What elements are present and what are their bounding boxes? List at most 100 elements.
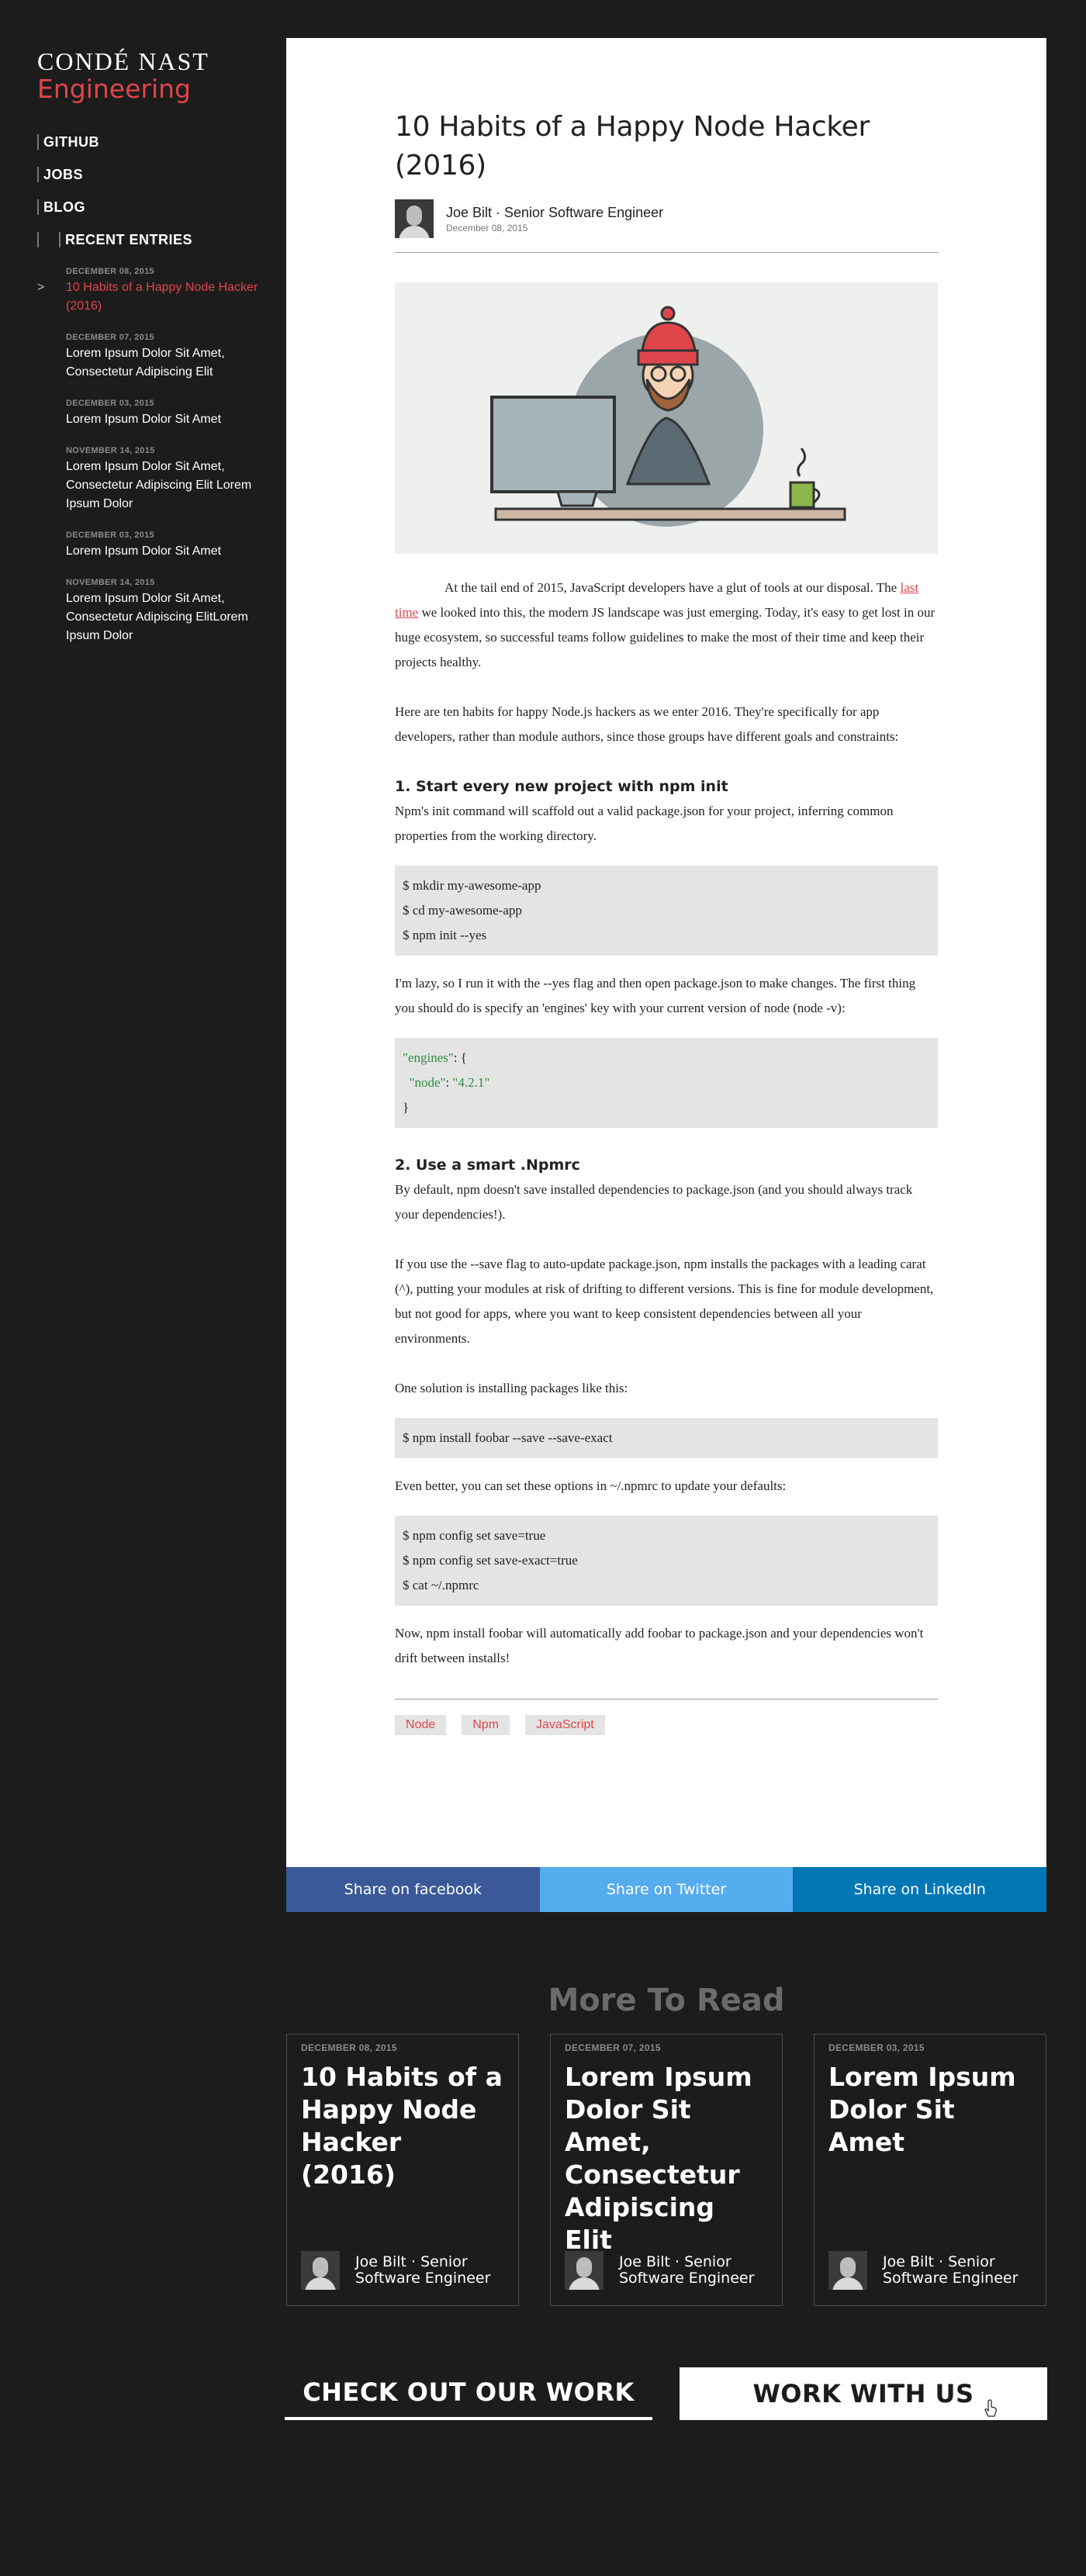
entry-date: DECEMBER 03, 2015: [66, 531, 154, 540]
sidebar: CONDÉ NAST Engineering GITHUB JOBS BLOG …: [37, 48, 270, 662]
code-line: }: [403, 1100, 410, 1115]
avatar-face: [406, 206, 422, 226]
code-block: $ npm install foobar --save --save-exact: [395, 1418, 938, 1458]
code-line: "node": "4.2.1": [403, 1070, 930, 1095]
more-to-read-heading: More To Read: [548, 1983, 785, 2018]
article-card-link[interactable]: DECEMBER 07, 2015 Lorem Ipsum Dolor Sit …: [550, 2034, 783, 2306]
nav-divider: [37, 199, 39, 215]
nav-item-label: BLOG: [43, 199, 85, 215]
nav-item-label: JOBS: [43, 166, 84, 182]
code-key: "node": [409, 1075, 446, 1090]
hero-illustration: [395, 282, 938, 554]
share-facebook-button[interactable]: Share on facebook: [286, 1867, 540, 1912]
paragraph-text: At the tail end of 2015, JavaScript deve…: [444, 580, 901, 595]
nav-item-blog[interactable]: BLOG: [37, 191, 270, 223]
author-byline: Joe Bilt · Senior Software Engineer Dece…: [395, 199, 938, 238]
paragraph: By default, npm doesn't save installed d…: [395, 1182, 913, 1222]
article-card-link[interactable]: DECEMBER 03, 2015 Lorem Ipsum Dolor Sit …: [814, 2034, 1046, 2306]
nav-divider: [37, 232, 39, 247]
developer-illustration-icon: [490, 306, 846, 527]
share-linkedin-button[interactable]: Share on LinkedIn: [793, 1867, 1047, 1912]
share-twitter-button[interactable]: Share on Twitter: [539, 1867, 794, 1912]
share-bar: Share on facebook Share on Twitter Share…: [286, 1867, 1047, 1912]
tag-javascript[interactable]: JavaScript: [525, 1715, 605, 1735]
nav-item-recent-entries[interactable]: RECENT ENTRIES: [37, 223, 270, 256]
code-line: $ mkdir my-awesome-app: [403, 878, 541, 893]
card-title[interactable]: Lorem Ipsum Dolor Sit Amet: [828, 2061, 1032, 2159]
paragraph: Here are ten habits for happy Node.js ha…: [395, 704, 899, 744]
entry-date: DECEMBER 08, 2015: [66, 267, 154, 276]
article-card-link[interactable]: DECEMBER 08, 2015 10 Habits of a Happy N…: [286, 2034, 519, 2306]
entry-title[interactable]: Lorem Ipsum Dolor Sit Amet, Consectetur …: [66, 344, 270, 382]
card-author: Joe Bilt · Senior Software Engineer: [828, 2251, 1038, 2290]
paragraph: I'm lazy, so I run it with the --yes fla…: [395, 976, 916, 1015]
article-card: 10 Habits of a Happy Node Hacker (2016) …: [286, 38, 1046, 1867]
card-date: DECEMBER 03, 2015: [828, 2042, 925, 2053]
code-line: $ npm config set save-exact=true: [403, 1553, 578, 1568]
code-line: $ npm install foobar --save --save-exact: [403, 1430, 613, 1445]
card-title[interactable]: Lorem Ipsum Dolor Sit Amet, Consectetur …: [565, 2061, 768, 2256]
author-info: Joe Bilt · Senior Software Engineer Dece…: [446, 205, 663, 233]
entry-date: NOVEMBER 14, 2015: [66, 578, 155, 587]
article-content: 10 Habits of a Happy Node Hacker (2016) …: [395, 108, 938, 1735]
brand-logo-bottom[interactable]: Engineering: [37, 74, 270, 104]
author-name: Joe Bilt · Senior Software Engineer: [446, 204, 664, 220]
recent-entry[interactable]: DECEMBER 07, 2015 Lorem Ipsum Dolor Sit …: [37, 333, 270, 382]
avatar: [395, 199, 434, 238]
entry-title[interactable]: Lorem Ipsum Dolor Sit Amet: [66, 410, 270, 429]
paragraph: Even better, you can set these options i…: [395, 1478, 787, 1493]
section-heading: 2. Use a smart .Npmrc: [395, 1157, 580, 1174]
code-key: "engines": [403, 1050, 454, 1065]
nav-divider: [37, 167, 39, 182]
entry-date: DECEMBER 03, 2015: [66, 399, 154, 408]
card-author: Joe Bilt · Senior Software Engineer: [565, 2251, 774, 2290]
recent-entry[interactable]: DECEMBER 03, 2015 Lorem Ipsum Dolor Sit …: [37, 399, 270, 429]
entry-date: DECEMBER 07, 2015: [66, 333, 154, 342]
entry-title[interactable]: 10 Habits of a Happy Node Hacker (2016): [66, 278, 270, 316]
card-author: Joe Bilt · Senior Software Engineer: [301, 2251, 510, 2290]
recent-entries-list: > DECEMBER 08, 2015 10 Habits of a Happy…: [37, 267, 270, 645]
article-date: December 08, 2015: [446, 222, 528, 233]
card-author-name: Joe Bilt · Senior Software Engineer: [619, 2253, 755, 2287]
article-body: At the tail end of 2015, JavaScript deve…: [395, 576, 938, 1671]
paragraph: One solution is installing packages like…: [395, 1381, 628, 1395]
recent-entry[interactable]: NOVEMBER 14, 2015 Lorem Ipsum Dolor Sit …: [37, 578, 270, 645]
code-line: $ cat ~/.npmrc: [403, 1578, 479, 1592]
card-date: DECEMBER 07, 2015: [565, 2042, 661, 2053]
paragraph: If you use the --save flag to auto-updat…: [395, 1257, 934, 1346]
brand-logo-top[interactable]: CONDÉ NAST: [37, 48, 270, 74]
card-date: DECEMBER 08, 2015: [301, 2042, 397, 2053]
code-block: "engines": { "node": "4.2.1" }: [395, 1038, 938, 1128]
avatar: [301, 2251, 340, 2290]
code-line: "engines": {: [403, 1046, 930, 1070]
check-out-our-work-button[interactable]: CHECK OUT OUR WORK: [285, 2367, 652, 2420]
hand-cursor-icon: [984, 2399, 997, 2417]
nav-item-github[interactable]: GITHUB: [37, 126, 270, 158]
tag-node[interactable]: Node: [395, 1715, 447, 1735]
recent-entry[interactable]: NOVEMBER 14, 2015 Lorem Ipsum Dolor Sit …: [37, 446, 270, 513]
tag-npm[interactable]: Npm: [462, 1715, 510, 1735]
paragraph: Npm's init command will scaffold out a v…: [395, 804, 894, 843]
nav-item-jobs[interactable]: JOBS: [37, 158, 270, 191]
code-line: $ npm config set save=true: [403, 1528, 546, 1543]
code-line: $ cd my-awesome-app: [403, 903, 522, 918]
code-value: "4.2.1": [452, 1075, 490, 1090]
paragraph: Now, npm install foobar will automatical…: [395, 1626, 924, 1665]
code-block: $ npm config set save=true $ npm config …: [395, 1516, 938, 1606]
card-author-name: Joe Bilt · Senior Software Engineer: [883, 2253, 1019, 2287]
code-block: $ mkdir my-awesome-app $ cd my-awesome-a…: [395, 866, 938, 956]
nav-divider: [37, 134, 39, 150]
paragraph: At the tail end of 2015, JavaScript deve…: [395, 576, 938, 675]
divider: [395, 252, 938, 253]
entry-title[interactable]: Lorem Ipsum Dolor Sit Amet, Consectetur …: [66, 590, 270, 645]
recent-entry[interactable]: > DECEMBER 08, 2015 10 Habits of a Happy…: [37, 267, 270, 316]
entry-title[interactable]: Lorem Ipsum Dolor Sit Amet, Consectetur …: [66, 458, 270, 513]
card-title[interactable]: 10 Habits of a Happy Node Hacker (2016): [301, 2061, 504, 2191]
nav-item-label: RECENT ENTRIES: [65, 231, 193, 247]
code-line: $ npm init --yes: [403, 928, 487, 942]
entry-title[interactable]: Lorem Ipsum Dolor Sit Amet: [66, 542, 270, 561]
chevron-right-icon: >: [37, 281, 45, 294]
recent-entry[interactable]: DECEMBER 03, 2015 Lorem Ipsum Dolor Sit …: [37, 531, 270, 561]
card-author-name: Joe Bilt · Senior Software Engineer: [355, 2253, 491, 2287]
article-title: 10 Habits of a Happy Node Hacker (2016): [395, 111, 870, 182]
